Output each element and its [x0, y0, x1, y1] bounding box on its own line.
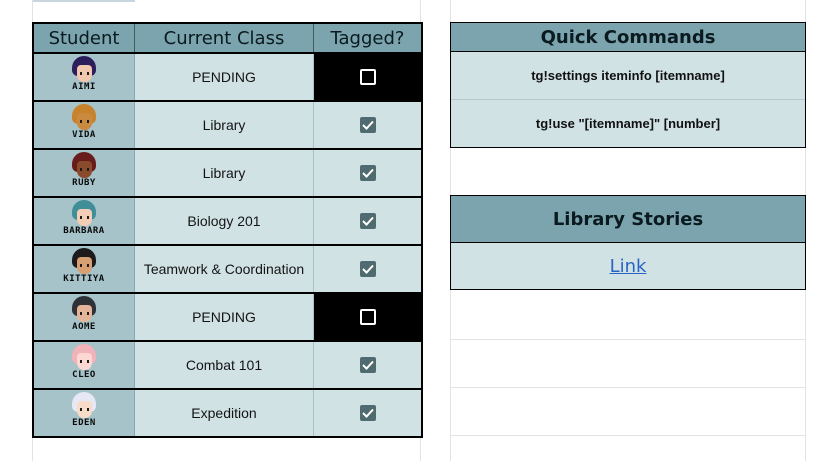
student-cell[interactable]: RUBY [34, 150, 135, 196]
student-table-header: Student Current Class Tagged? [34, 24, 421, 54]
student-rows: AIMI PENDING VIDA Library RUBY Library BARBARA… [34, 54, 421, 436]
checked-checkbox[interactable] [359, 357, 376, 373]
table-row: VIDA Library [34, 102, 421, 150]
avatar [70, 152, 98, 180]
header-student[interactable]: Student [34, 24, 135, 52]
tagged-cell [314, 54, 421, 100]
tagged-cell [314, 294, 421, 340]
tagged-cell [314, 390, 421, 436]
grid-line [450, 339, 806, 340]
unchecked-checkbox[interactable] [359, 309, 376, 325]
command-cell[interactable]: tg!use "[itemname]" [number] [451, 99, 805, 147]
student-cell[interactable]: CLEO [34, 342, 135, 388]
unchecked-checkbox[interactable] [359, 69, 376, 85]
current-class-cell[interactable]: PENDING [135, 54, 314, 100]
avatar [70, 296, 98, 324]
table-row: KITTIYA Teamwork & Coordination [34, 246, 421, 294]
checked-checkbox[interactable] [359, 165, 376, 181]
link-cell[interactable]: Link [451, 243, 805, 289]
current-class-cell[interactable]: Library [135, 102, 314, 148]
student-cell[interactable]: EDEN [34, 390, 135, 436]
library-stories-link[interactable]: Link [610, 256, 647, 277]
tagged-cell [314, 102, 421, 148]
checked-checkbox[interactable] [359, 213, 376, 229]
student-table: Student Current Class Tagged? AIMI PENDIN… [32, 22, 423, 438]
header-tagged[interactable]: Tagged? [314, 24, 421, 52]
quick-commands-panel: Quick Commands tg!settings iteminfo [ite… [450, 22, 806, 148]
current-class-cell[interactable]: Teamwork & Coordination [135, 246, 314, 292]
student-cell[interactable]: KITTIYA [34, 246, 135, 292]
current-class-cell[interactable]: Biology 201 [135, 198, 314, 244]
student-cell[interactable]: VIDA [34, 102, 135, 148]
tagged-cell [314, 198, 421, 244]
quick-commands-title[interactable]: Quick Commands [451, 23, 805, 52]
checked-checkbox[interactable] [359, 405, 376, 421]
grid-line [450, 387, 806, 388]
grid-line [450, 435, 806, 436]
current-class-cell[interactable]: Expedition [135, 390, 314, 436]
tagged-cell [314, 246, 421, 292]
command-cell[interactable]: tg!settings iteminfo [itemname] [451, 52, 805, 99]
avatar [70, 104, 98, 132]
avatar [70, 56, 98, 84]
table-row: RUBY Library [34, 150, 421, 198]
avatar [70, 344, 98, 372]
tagged-cell [314, 150, 421, 196]
column-selection-indicator [33, 0, 135, 2]
student-cell[interactable]: BARBARA [34, 198, 135, 244]
avatar [70, 392, 98, 420]
avatar [70, 200, 98, 228]
table-row: BARBARA Biology 201 [34, 198, 421, 246]
table-row: AOME PENDING [34, 294, 421, 342]
checked-checkbox[interactable] [359, 261, 376, 277]
current-class-cell[interactable]: Library [135, 150, 314, 196]
current-class-cell[interactable]: PENDING [135, 294, 314, 340]
current-class-cell[interactable]: Combat 101 [135, 342, 314, 388]
student-cell[interactable]: AIMI [34, 54, 135, 100]
student-cell[interactable]: AOME [34, 294, 135, 340]
checked-checkbox[interactable] [359, 117, 376, 133]
tagged-cell [314, 342, 421, 388]
table-row: AIMI PENDING [34, 54, 421, 102]
avatar [70, 248, 98, 276]
table-row: CLEO Combat 101 [34, 342, 421, 390]
library-stories-panel: Library Stories Link [450, 195, 806, 290]
table-row: EDEN Expedition [34, 390, 421, 436]
library-stories-title[interactable]: Library Stories [451, 196, 805, 243]
header-current-class[interactable]: Current Class [135, 24, 314, 52]
